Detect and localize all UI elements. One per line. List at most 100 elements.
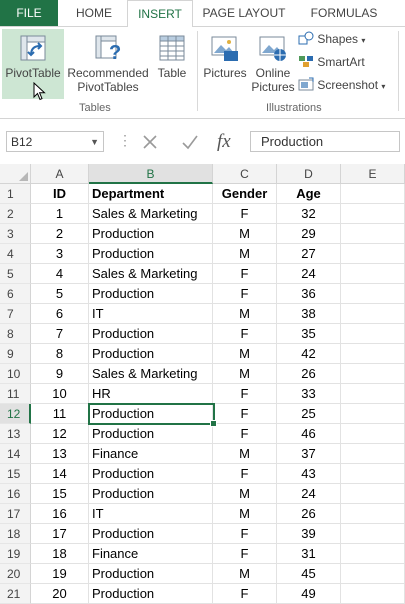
cell-age[interactable]: 27 [277, 244, 341, 264]
cell-department[interactable]: Production [89, 424, 213, 444]
column-header-e[interactable]: E [341, 164, 405, 184]
cell-department[interactable]: Finance [89, 544, 213, 564]
cell-id[interactable]: 16 [31, 504, 89, 524]
tab-file[interactable]: FILE [0, 0, 58, 26]
cell-id[interactable]: 5 [31, 284, 89, 304]
name-box[interactable]: B12 ▼ [6, 131, 104, 152]
pivottable-button[interactable]: PivotTable [2, 29, 64, 101]
cell-gender[interactable]: F [213, 384, 277, 404]
cell-age[interactable]: 26 [277, 364, 341, 384]
cell-gender[interactable]: F [213, 324, 277, 344]
cell-empty[interactable] [341, 464, 405, 484]
row-header[interactable]: 5 [0, 264, 31, 284]
insert-function-icon[interactable]: fx [217, 131, 231, 152]
cell-gender[interactable]: M [213, 484, 277, 504]
table-button[interactable]: Table [152, 29, 192, 99]
cell-gender[interactable]: M [213, 444, 277, 464]
cell-department[interactable]: Sales & Marketing [89, 364, 213, 384]
cell-gender[interactable]: M [213, 504, 277, 524]
cell-age[interactable]: 32 [277, 204, 341, 224]
pictures-button[interactable]: Pictures [201, 29, 249, 99]
cell-department[interactable]: Production [89, 224, 213, 244]
cell-department[interactable]: Production [89, 244, 213, 264]
cell-empty[interactable] [341, 344, 405, 364]
row-header[interactable]: 21 [0, 584, 31, 604]
cell-id[interactable]: 13 [31, 444, 89, 464]
cell-age[interactable]: 49 [277, 584, 341, 604]
cell-id[interactable]: 10 [31, 384, 89, 404]
tab-page-layout[interactable]: PAGE LAYOUT [194, 0, 294, 26]
row-header[interactable]: 12 [0, 404, 31, 424]
cell-empty[interactable] [341, 444, 405, 464]
cell-id[interactable]: 15 [31, 484, 89, 504]
column-title-dept[interactable]: Department [89, 184, 213, 204]
cell-id[interactable]: 3 [31, 244, 89, 264]
column-title-gender[interactable]: Gender [213, 184, 277, 204]
recommended-pivottables-button[interactable]: ? Recommended PivotTables [66, 29, 150, 99]
cell-empty[interactable] [341, 524, 405, 544]
cell-age[interactable]: 31 [277, 544, 341, 564]
cell-gender[interactable]: M [213, 564, 277, 584]
cell-age[interactable]: 24 [277, 264, 341, 284]
cell-gender[interactable]: M [213, 304, 277, 324]
cell-age[interactable]: 43 [277, 464, 341, 484]
smartart-button[interactable]: SmartArt [298, 53, 365, 71]
tab-insert[interactable]: INSERT [127, 0, 193, 28]
cell-id[interactable]: 8 [31, 344, 89, 364]
row-header[interactable]: 2 [0, 204, 31, 224]
cell-empty[interactable] [341, 204, 405, 224]
cell-department[interactable]: Production [89, 524, 213, 544]
cell-gender[interactable]: F [213, 264, 277, 284]
cell-id[interactable]: 2 [31, 224, 89, 244]
cell-department[interactable]: Production [89, 344, 213, 364]
row-header[interactable]: 20 [0, 564, 31, 584]
cell-empty[interactable] [341, 364, 405, 384]
cell-department[interactable]: Production [89, 324, 213, 344]
cell-department[interactable]: Production [89, 284, 213, 304]
row-header[interactable]: 11 [0, 384, 31, 404]
cell-age[interactable]: 46 [277, 424, 341, 444]
cell-age[interactable]: 38 [277, 304, 341, 324]
cell-gender[interactable]: M [213, 244, 277, 264]
cell-empty[interactable] [341, 284, 405, 304]
cell-id[interactable]: 17 [31, 524, 89, 544]
cell-gender[interactable]: F [213, 284, 277, 304]
cell-department[interactable]: Production [89, 464, 213, 484]
cell-gender[interactable]: M [213, 224, 277, 244]
cell-age[interactable]: 33 [277, 384, 341, 404]
cell-empty[interactable] [341, 264, 405, 284]
column-header-d[interactable]: D [277, 164, 341, 184]
screenshot-button[interactable]: Screenshot ▾ [298, 76, 385, 94]
row-header[interactable]: 9 [0, 344, 31, 364]
row-header[interactable]: 18 [0, 524, 31, 544]
formula-input[interactable]: Production [250, 131, 400, 152]
cell-gender[interactable]: F [213, 464, 277, 484]
cancel-icon[interactable] [139, 131, 161, 153]
cell-age[interactable]: 25 [277, 404, 341, 424]
cell-gender[interactable]: F [213, 404, 277, 424]
cell-id[interactable]: 7 [31, 324, 89, 344]
cell-id[interactable]: 9 [31, 364, 89, 384]
cell-department[interactable]: Sales & Marketing [89, 264, 213, 284]
cell-department[interactable]: Production [89, 404, 213, 424]
cell-age[interactable]: 35 [277, 324, 341, 344]
cell-id[interactable]: 4 [31, 264, 89, 284]
row-header[interactable]: 7 [0, 304, 31, 324]
select-all-corner[interactable] [0, 164, 31, 184]
row-header[interactable]: 17 [0, 504, 31, 524]
row-header[interactable]: 10 [0, 364, 31, 384]
cell-department[interactable]: IT [89, 304, 213, 324]
tab-home[interactable]: HOME [62, 0, 126, 26]
cell-empty[interactable] [341, 244, 405, 264]
cell-department[interactable]: Production [89, 584, 213, 604]
cell-age[interactable]: 42 [277, 344, 341, 364]
cell-empty[interactable] [341, 544, 405, 564]
cell-age[interactable]: 29 [277, 224, 341, 244]
cell-empty[interactable] [341, 224, 405, 244]
cell-gender[interactable]: F [213, 424, 277, 444]
cell-department[interactable]: IT [89, 504, 213, 524]
cell-gender[interactable]: M [213, 364, 277, 384]
cell-department[interactable]: Sales & Marketing [89, 204, 213, 224]
column-title-id[interactable]: ID [31, 184, 89, 204]
cell-id[interactable]: 20 [31, 584, 89, 604]
